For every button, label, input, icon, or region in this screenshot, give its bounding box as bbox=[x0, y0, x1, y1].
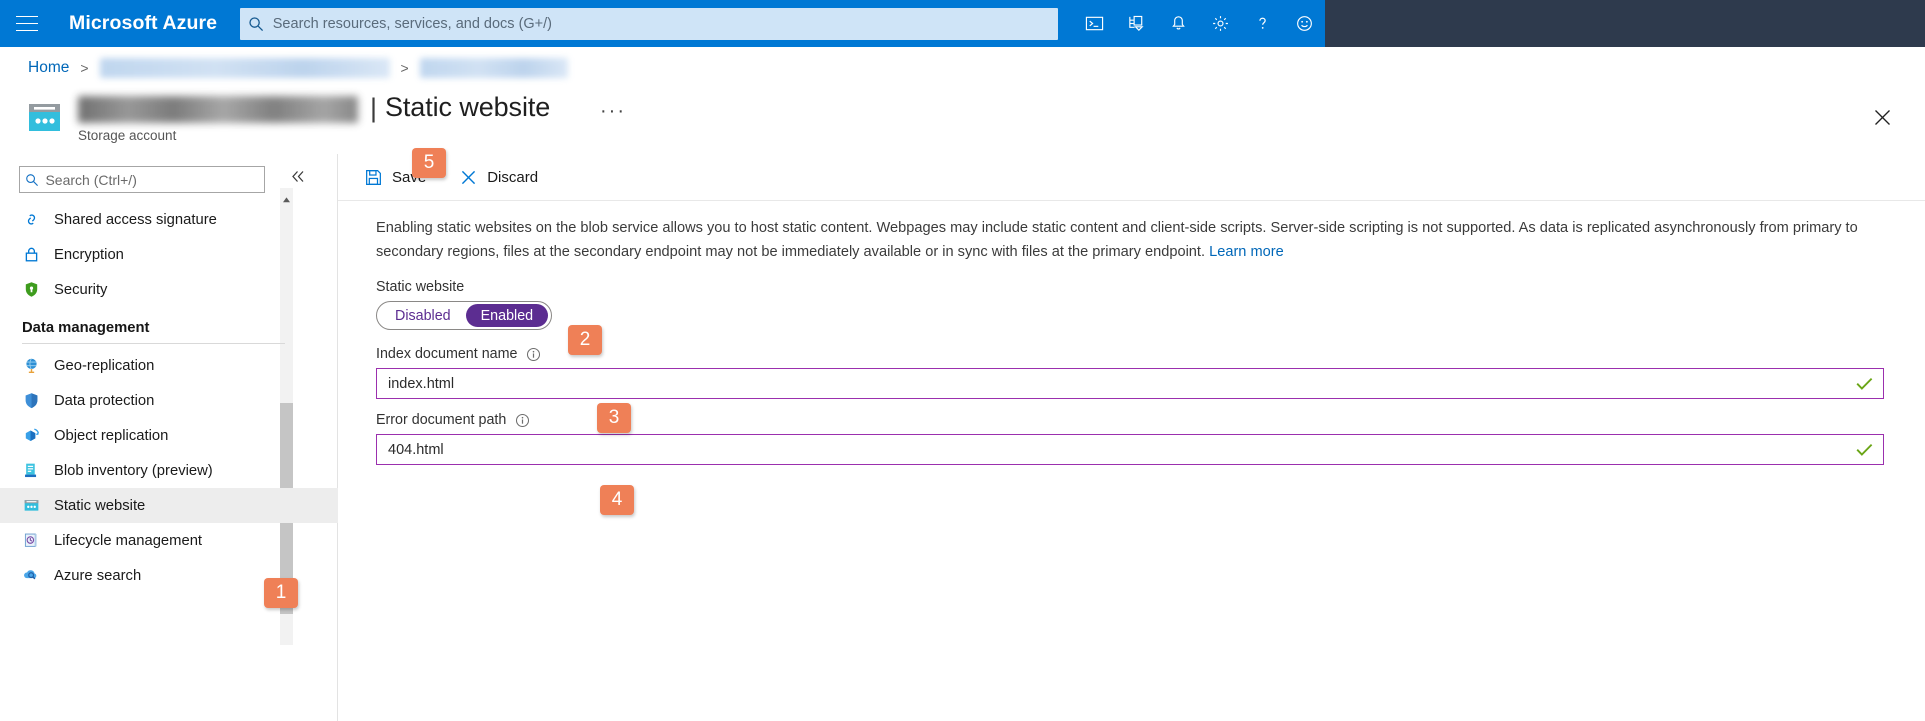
storage-account-icon bbox=[27, 102, 63, 133]
annotation-badge-2: 2 bbox=[568, 325, 602, 355]
sidebar-section-data-management: Data management bbox=[0, 307, 338, 344]
hamburger-icon[interactable] bbox=[0, 0, 54, 47]
index-document-input[interactable] bbox=[377, 370, 1845, 397]
feedback-smiley-icon[interactable] bbox=[1283, 0, 1325, 47]
static-website-label-text: Static website bbox=[376, 279, 465, 295]
close-icon[interactable] bbox=[1869, 104, 1895, 130]
top-bar-icon-group bbox=[1073, 0, 1325, 47]
search-cloud-icon bbox=[22, 566, 50, 585]
resource-name-blurred bbox=[78, 96, 358, 123]
discard-x-icon bbox=[454, 168, 482, 187]
global-search-box[interactable] bbox=[240, 7, 1059, 40]
sidebar-item-lifecycle-management[interactable]: Lifecycle management bbox=[0, 523, 338, 558]
breadcrumb: Home > > bbox=[0, 47, 1925, 89]
resource-menu-sidebar: Shared access signature Encryption Secur… bbox=[0, 154, 338, 721]
settings-gear-icon[interactable] bbox=[1199, 0, 1241, 47]
azure-brand-label[interactable]: Microsoft Azure bbox=[69, 12, 217, 35]
static-website-field-label: Static website bbox=[376, 279, 464, 295]
sidebar-nav-list: Shared access signature Encryption Secur… bbox=[0, 202, 338, 593]
cube-icon bbox=[22, 426, 50, 445]
sidebar-item-label: Static website bbox=[54, 497, 146, 514]
sidebar-item-label: Encryption bbox=[54, 246, 124, 263]
info-circle-icon[interactable] bbox=[526, 347, 541, 362]
sidebar-item-blob-inventory[interactable]: Blob inventory (preview) bbox=[0, 453, 338, 488]
description-text: Enabling static websites on the blob ser… bbox=[376, 220, 1858, 260]
sidebar-item-encryption[interactable]: Encryption bbox=[0, 237, 338, 272]
sidebar-item-shared-access-signature[interactable]: Shared access signature bbox=[0, 202, 338, 237]
clock-document-icon bbox=[22, 531, 50, 550]
title-separator: | bbox=[370, 93, 378, 123]
sidebar-section-divider bbox=[22, 343, 285, 344]
sidebar-section-label: Data management bbox=[22, 320, 150, 336]
annotation-badge-1: 1 bbox=[264, 578, 298, 608]
scroll-up-arrow-icon[interactable] bbox=[282, 191, 291, 203]
breadcrumb-separator: > bbox=[80, 60, 89, 76]
breadcrumb-home-link[interactable]: Home bbox=[28, 59, 69, 77]
lock-icon bbox=[22, 245, 50, 264]
search-input[interactable] bbox=[272, 8, 1059, 39]
checkmark-icon bbox=[1845, 442, 1883, 457]
sidebar-item-label: Blob inventory (preview) bbox=[54, 462, 213, 479]
sidebar-item-object-replication[interactable]: Object replication bbox=[0, 418, 338, 453]
discard-label: Discard bbox=[487, 168, 539, 186]
sidebar-search-input[interactable] bbox=[43, 170, 264, 189]
azure-portal-page: Microsoft Azure Search resources, servic… bbox=[0, 0, 1925, 721]
blade-title-area: | Static website ··· Storage account bbox=[0, 92, 1925, 154]
index-document-input-wrapper[interactable] bbox=[376, 368, 1884, 399]
sidebar-item-data-protection[interactable]: Data protection bbox=[0, 383, 338, 418]
error-document-input[interactable] bbox=[377, 436, 1845, 463]
static-website-icon bbox=[22, 496, 50, 515]
sidebar-item-static-website[interactable]: Static website bbox=[0, 488, 338, 523]
sidebar-item-label: Object replication bbox=[54, 427, 169, 444]
sidebar-item-label: Security bbox=[54, 281, 108, 298]
annotation-badge-3: 3 bbox=[597, 403, 631, 433]
sidebar-item-label: Lifecycle management bbox=[54, 532, 203, 549]
link-icon bbox=[22, 210, 50, 229]
sidebar-item-label: Azure search bbox=[54, 567, 142, 584]
sidebar-item-security[interactable]: Security bbox=[0, 272, 338, 307]
cloud-shell-icon[interactable] bbox=[1073, 0, 1115, 47]
breadcrumb-item-blurred-2[interactable] bbox=[419, 58, 568, 78]
help-question-icon[interactable] bbox=[1241, 0, 1283, 47]
shield-green-icon bbox=[22, 280, 50, 299]
checkmark-icon bbox=[1845, 376, 1883, 391]
save-floppy-icon bbox=[359, 168, 387, 187]
resource-type-subtitle: Storage account bbox=[78, 128, 177, 143]
global-top-bar: Microsoft Azure bbox=[0, 0, 1925, 47]
toggle-option-enabled[interactable]: Enabled bbox=[465, 304, 549, 327]
search-icon bbox=[240, 16, 273, 32]
error-document-label-text: Error document path bbox=[376, 412, 507, 428]
learn-more-link[interactable]: Learn more bbox=[1209, 244, 1284, 260]
page-title: Static website bbox=[385, 92, 551, 122]
error-document-field-label: Error document path bbox=[376, 412, 530, 428]
command-bar: Save Discard bbox=[338, 154, 1925, 201]
index-document-label-text: Index document name bbox=[376, 346, 518, 362]
notifications-bell-icon[interactable] bbox=[1157, 0, 1199, 47]
static-website-toggle[interactable]: Disabled Enabled bbox=[376, 301, 553, 330]
toggle-option-disabled[interactable]: Disabled bbox=[380, 304, 466, 327]
sidebar-item-label: Data protection bbox=[54, 392, 155, 409]
info-circle-icon[interactable] bbox=[515, 413, 530, 428]
annotation-badge-5: 5 bbox=[412, 148, 446, 178]
chevron-double-left-icon[interactable] bbox=[290, 170, 307, 187]
account-info-blurred[interactable] bbox=[1325, 0, 1925, 47]
inventory-list-icon bbox=[22, 461, 50, 480]
sidebar-search-box[interactable] bbox=[19, 166, 265, 193]
breadcrumb-item-blurred-1[interactable] bbox=[99, 58, 390, 78]
blade-content: Save Discard Enabling static websites on… bbox=[338, 154, 1925, 721]
shield-blue-icon bbox=[22, 391, 50, 410]
breadcrumb-separator: > bbox=[400, 60, 409, 76]
sidebar-item-geo-replication[interactable]: Geo-replication bbox=[0, 348, 338, 383]
more-options-ellipsis-icon[interactable]: ··· bbox=[600, 100, 626, 123]
directories-subscriptions-icon[interactable] bbox=[1115, 0, 1157, 47]
search-icon bbox=[20, 173, 43, 187]
sidebar-item-label: Geo-replication bbox=[54, 357, 155, 374]
sidebar-item-label: Shared access signature bbox=[54, 211, 217, 228]
discard-button[interactable]: Discard bbox=[452, 161, 552, 193]
error-document-input-wrapper[interactable] bbox=[376, 434, 1884, 465]
globe-icon bbox=[22, 356, 50, 375]
annotation-badge-4: 4 bbox=[600, 485, 634, 515]
index-document-field-label: Index document name bbox=[376, 346, 541, 362]
static-website-description: Enabling static websites on the blob ser… bbox=[376, 216, 1876, 264]
